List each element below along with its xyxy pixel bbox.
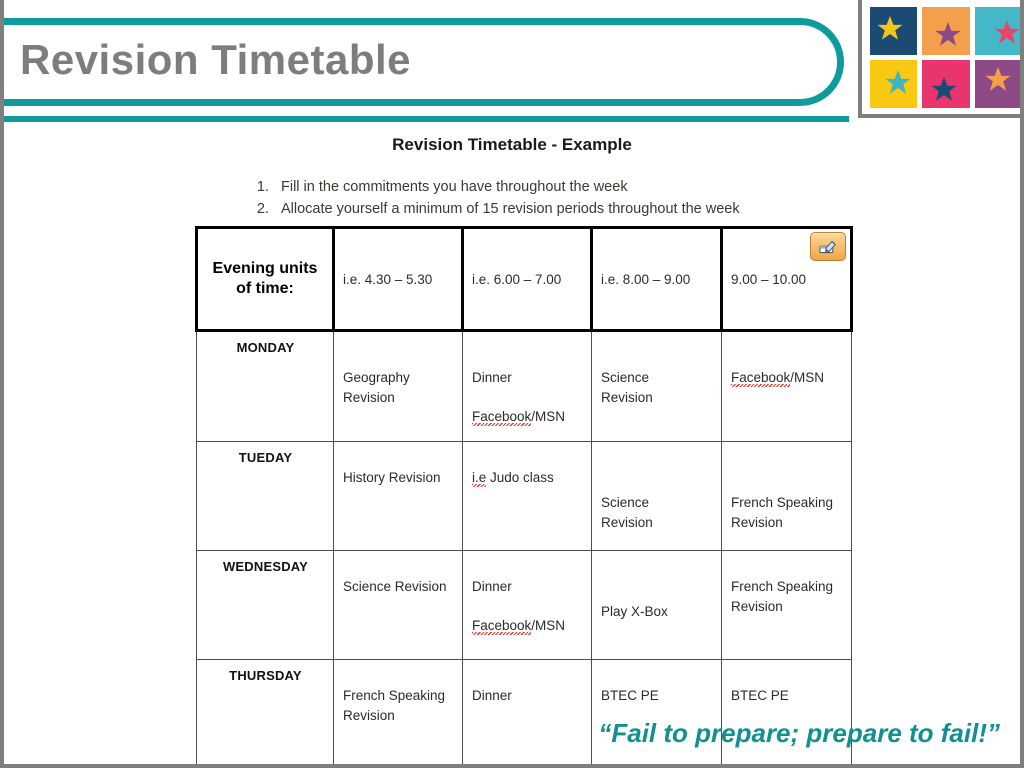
cell-tuesday-slot-2[interactable]: i.e Judo class bbox=[462, 441, 592, 551]
day-label-monday: MONDAY bbox=[196, 330, 334, 442]
cell-text-line: BTEC PE bbox=[601, 688, 659, 703]
star-icon bbox=[935, 22, 961, 46]
document-title: Revision Timetable - Example bbox=[392, 135, 632, 154]
timetable-wrapper: Evening units of time: i.e. 4.30 – 5.30 … bbox=[195, 226, 853, 764]
cell-text-line: /MSN bbox=[531, 408, 566, 424]
cell-text-line: Science bbox=[601, 495, 650, 510]
instruction-item: Fill in the commitments you have through… bbox=[273, 177, 867, 198]
instructions-list: Fill in the commitments you have through… bbox=[247, 177, 867, 221]
cell-text-misspelled: Facebook bbox=[472, 408, 532, 424]
table-row: WEDNESDAY Science Revision Dinner Facebo… bbox=[196, 550, 852, 660]
cell-tuesday-slot-3[interactable]: Science Revision bbox=[591, 441, 722, 551]
cell-tuesday-slot-1[interactable]: History Revision bbox=[333, 441, 463, 551]
star-tiles-logo bbox=[858, 0, 1020, 118]
cell-text-line: Revision bbox=[601, 389, 653, 405]
header-divider-rule bbox=[4, 116, 849, 122]
cell-text-line: Science bbox=[601, 370, 650, 385]
cell-text-line: French Speaking bbox=[343, 688, 446, 703]
slide: Revision Timetable Revision Timetable - … bbox=[4, 0, 1020, 764]
cell-text-line: Revision bbox=[343, 389, 395, 405]
cell-text-line: /MSN bbox=[790, 370, 825, 385]
table-row: MONDAY Geography Revision Dinner Faceboo… bbox=[196, 330, 852, 442]
cell-text-line: Dinner bbox=[472, 370, 512, 385]
cell-wednesday-slot-1[interactable]: Science Revision bbox=[333, 550, 463, 660]
star-icon bbox=[994, 20, 1020, 44]
cell-wednesday-slot-4[interactable]: French Speaking Revision bbox=[721, 550, 852, 660]
cell-text-line: Geography bbox=[343, 370, 410, 385]
cell-text-line: Revision bbox=[601, 514, 653, 530]
page-title: Revision Timetable bbox=[20, 36, 412, 83]
header-cell-slot-1: i.e. 4.30 – 5.30 bbox=[332, 226, 464, 332]
slide-edge-bottom bbox=[0, 764, 1024, 768]
table-row: TUEDAY History Revision i.e Judo class S… bbox=[196, 441, 852, 551]
slide-content: Revision Timetable - Example Fill in the… bbox=[4, 123, 1020, 764]
header-cell-slot-2: i.e. 6.00 – 7.00 bbox=[461, 226, 593, 332]
edit-button[interactable] bbox=[810, 232, 846, 261]
logo-tile-4 bbox=[870, 60, 918, 108]
star-icon bbox=[877, 16, 903, 40]
star-icon bbox=[985, 67, 1011, 91]
cell-text-line: French Speaking bbox=[731, 579, 834, 594]
revision-timetable: Evening units of time: i.e. 4.30 – 5.30 … bbox=[195, 226, 853, 764]
logo-tile-2 bbox=[922, 7, 970, 55]
logo-grid bbox=[870, 7, 1020, 108]
cell-text-misspelled: i.e bbox=[472, 470, 487, 485]
instruction-item: Allocate yourself a minimum of 15 revisi… bbox=[273, 199, 867, 220]
edit-icon bbox=[819, 240, 836, 253]
cell-monday-slot-3[interactable]: Science Revision bbox=[591, 330, 722, 442]
logo-tile-3 bbox=[974, 7, 1020, 55]
cell-text-line: Dinner bbox=[472, 688, 512, 703]
day-label-tuesday: TUEDAY bbox=[196, 441, 334, 551]
header-slot-4-label: 9.00 – 10.00 bbox=[731, 271, 807, 287]
cell-text-misspelled: Facebook bbox=[472, 617, 532, 633]
cell-monday-slot-1[interactable]: Geography Revision bbox=[333, 330, 463, 442]
cell-text-line: Revision bbox=[731, 514, 783, 530]
star-icon bbox=[885, 70, 911, 94]
cell-text-line: BTEC PE bbox=[731, 688, 789, 703]
cell-monday-slot-2[interactable]: Dinner Facebook/MSN bbox=[462, 330, 592, 442]
timetable-header-row: Evening units of time: i.e. 4.30 – 5.30 … bbox=[195, 226, 853, 332]
star-icon bbox=[931, 77, 957, 101]
cell-tuesday-slot-4[interactable]: French Speaking Revision bbox=[721, 441, 852, 551]
cell-text-line: History Revision bbox=[343, 470, 441, 485]
header-cell-slot-3: i.e. 8.00 – 9.00 bbox=[590, 226, 723, 332]
day-label-wednesday: WEDNESDAY bbox=[196, 550, 334, 660]
cell-text-line: Judo class bbox=[486, 470, 554, 485]
cell-text-line: Dinner bbox=[472, 579, 512, 594]
header-cell-evening-units: Evening units of time: bbox=[195, 226, 335, 332]
slide-edge-left bbox=[0, 0, 4, 768]
cell-text-misspelled: Facebook bbox=[731, 370, 791, 385]
cell-text-line: /MSN bbox=[531, 617, 566, 633]
cell-text-line: French Speaking bbox=[731, 495, 834, 510]
cell-text-line: Play X-Box bbox=[601, 604, 668, 619]
logo-tile-1 bbox=[870, 7, 918, 55]
cell-text-line: Revision bbox=[731, 598, 783, 614]
logo-tile-6 bbox=[974, 60, 1020, 108]
header-line-2: of time: bbox=[236, 280, 294, 297]
header-cell-slot-4: 9.00 – 10.00 bbox=[720, 226, 853, 332]
logo-tile-5 bbox=[922, 60, 970, 108]
cell-wednesday-slot-2[interactable]: Dinner Facebook/MSN bbox=[462, 550, 592, 660]
slide-edge-right bbox=[1020, 0, 1024, 768]
cell-monday-slot-4[interactable]: Facebook/MSN bbox=[721, 330, 852, 442]
header-line-1: Evening units bbox=[212, 259, 318, 277]
footer-quote: “Fail to prepare; prepare to fail!” bbox=[598, 718, 1000, 748]
cell-wednesday-slot-3[interactable]: Play X-Box bbox=[591, 550, 722, 660]
cell-text-line: Science Revision bbox=[343, 579, 447, 594]
